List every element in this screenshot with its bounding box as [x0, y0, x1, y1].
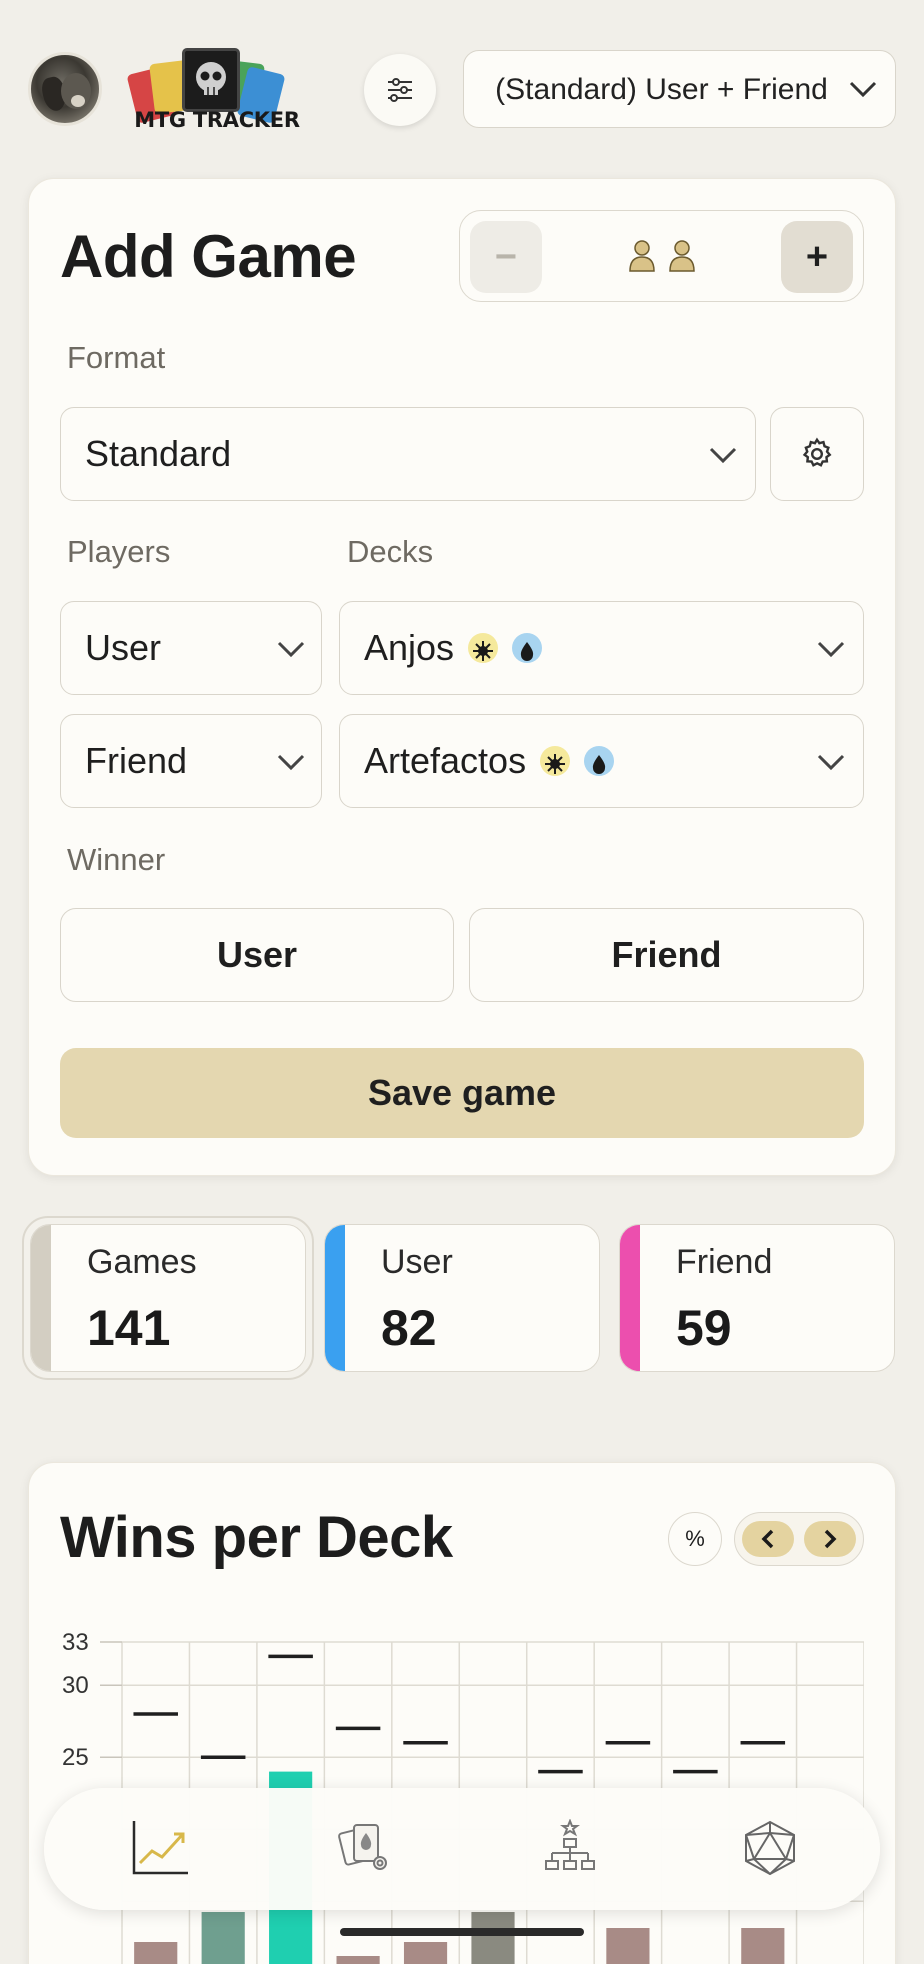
blue-mana-icon: [512, 633, 543, 663]
stat-value: 141: [87, 1300, 171, 1356]
stat-color-bar: [325, 1225, 345, 1371]
deck-bar: [134, 1942, 178, 1964]
winner-user-button[interactable]: User: [60, 908, 454, 1002]
format-settings-button[interactable]: [770, 407, 864, 501]
logo-text: MTG TRACKER: [134, 108, 300, 132]
sliders-icon: [388, 78, 412, 102]
stats-chart-icon: [132, 1821, 188, 1875]
decks-label: Decks: [347, 534, 434, 569]
white-mana-icon: [540, 746, 571, 776]
winner-friend-button[interactable]: Friend: [469, 908, 864, 1002]
prev-page-button[interactable]: [742, 1521, 794, 1557]
y-tick-label: 30: [62, 1672, 89, 1699]
d20-icon: [745, 1820, 795, 1876]
chevron-down-icon: [817, 641, 845, 658]
chart-pager: [734, 1512, 864, 1566]
deck-bar: [741, 1928, 785, 1964]
wins-per-deck-title: Wins per Deck: [60, 1505, 453, 1570]
winner-label: Winner: [67, 842, 166, 877]
deck-bar: [201, 1912, 245, 1964]
deck-bar: [403, 1942, 448, 1964]
blue-mana-icon: [584, 746, 615, 776]
white-mana-icon: [468, 633, 499, 663]
stat-user[interactable]: User 82: [324, 1224, 600, 1372]
chevron-down-icon: [709, 447, 737, 464]
chevron-down-icon: [277, 641, 305, 658]
chevron-down-icon: [277, 754, 305, 771]
deck-bar: [471, 1912, 515, 1964]
stat-games[interactable]: Games 141: [30, 1224, 306, 1372]
decks-icon: [338, 1824, 387, 1870]
add-game-title: Add Game: [60, 223, 357, 290]
deck-1-value: Anjos: [364, 627, 455, 668]
nav-tournament[interactable]: [534, 1812, 606, 1884]
stat-color-bar: [620, 1225, 640, 1371]
filter-button[interactable]: [364, 54, 436, 126]
nav-decks[interactable]: [330, 1812, 402, 1884]
format-label: Format: [67, 340, 166, 375]
group-select-label: (Standard) User + Friend: [495, 72, 828, 106]
deck-1-select[interactable]: Anjos: [339, 601, 864, 695]
deck-bar: [336, 1956, 380, 1964]
increase-players-button[interactable]: +: [781, 221, 853, 293]
stat-label: Friend: [676, 1243, 773, 1281]
player-1-select[interactable]: User: [60, 601, 322, 695]
bottom-navigation: [44, 1788, 880, 1910]
percent-toggle-button[interactable]: %: [668, 1512, 722, 1566]
next-page-button[interactable]: [804, 1521, 856, 1557]
player-2-value: Friend: [85, 740, 188, 781]
deck-2-value: Artefactos: [364, 740, 527, 781]
home-indicator: [340, 1928, 584, 1936]
app-logo: MTG TRACKER: [126, 48, 300, 132]
player-1-value: User: [85, 627, 162, 668]
player-2-select[interactable]: Friend: [60, 714, 322, 808]
avatar[interactable]: [28, 52, 102, 126]
stat-label: Games: [87, 1243, 197, 1281]
stat-value: 59: [676, 1300, 732, 1356]
tournament-icon: [545, 1819, 595, 1870]
stat-color-bar: [31, 1225, 51, 1371]
format-value: Standard: [85, 433, 232, 474]
decrease-players-button[interactable]: −: [470, 221, 542, 293]
deck-2-select[interactable]: Artefactos: [339, 714, 864, 808]
stat-label: User: [381, 1243, 453, 1281]
player-count-stepper: − +: [459, 210, 864, 302]
y-tick-label: 25: [62, 1744, 89, 1771]
group-select[interactable]: (Standard) User + Friend: [463, 50, 896, 128]
stat-value: 82: [381, 1300, 437, 1356]
chevron-left-icon: [761, 1529, 774, 1549]
chevron-right-icon: [824, 1529, 837, 1549]
nav-dice[interactable]: [734, 1812, 806, 1884]
players-label: Players: [67, 534, 171, 569]
gear-icon: [802, 437, 832, 467]
save-game-button[interactable]: Save game: [60, 1048, 864, 1138]
deck-bar: [606, 1928, 650, 1964]
stat-friend[interactable]: Friend 59: [619, 1224, 895, 1372]
y-tick-label: 33: [62, 1629, 89, 1656]
format-select[interactable]: Standard: [60, 407, 756, 501]
chevron-down-icon: [849, 81, 877, 98]
chevron-down-icon: [817, 754, 845, 771]
players-icon: [629, 240, 695, 272]
nav-stats[interactable]: [124, 1812, 196, 1884]
